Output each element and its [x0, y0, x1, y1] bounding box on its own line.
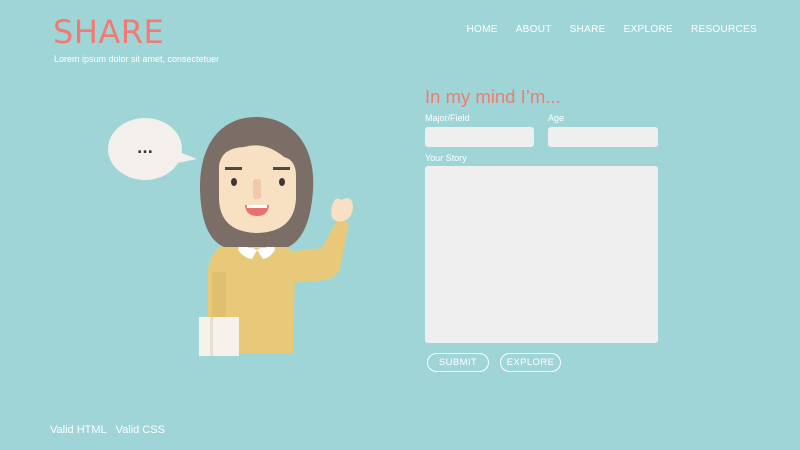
main-nav: HOME ABOUT SHARE EXPLORE RESOURCES — [467, 24, 758, 35]
site-tagline: Lorem ipsum dolor sit amet, consectetuer — [54, 54, 220, 64]
explore-button[interactable]: EXPLORE — [500, 353, 561, 372]
age-input[interactable] — [548, 127, 658, 147]
nav-explore-link[interactable]: EXPLORE — [624, 24, 673, 35]
age-label: Age — [548, 113, 565, 123]
woman-illustration: ... — [108, 117, 353, 356]
site-logo[interactable]: SHARE — [53, 14, 164, 51]
your-story-textarea[interactable] — [425, 166, 658, 343]
nav-home-link[interactable]: HOME — [467, 24, 498, 35]
major-field-input[interactable] — [425, 127, 534, 147]
speech-bubble-text: ... — [137, 141, 153, 157]
speech-bubble: ... — [108, 118, 197, 180]
form-title: In my mind I’m... — [425, 86, 561, 107]
valid-html-link[interactable]: Valid HTML — [50, 424, 107, 436]
your-story-label: Your Story — [425, 153, 467, 163]
major-field-label: Major/Field — [425, 113, 470, 123]
book — [199, 317, 239, 356]
valid-css-link[interactable]: Valid CSS — [116, 424, 165, 436]
submit-button[interactable]: SUBMIT — [427, 353, 489, 372]
nav-share-link[interactable]: SHARE — [570, 24, 606, 35]
nav-about-link[interactable]: ABOUT — [516, 24, 552, 35]
nav-resources-link[interactable]: RESOURCES — [691, 24, 757, 35]
footer: Valid HTML Valid CSS — [50, 424, 165, 436]
